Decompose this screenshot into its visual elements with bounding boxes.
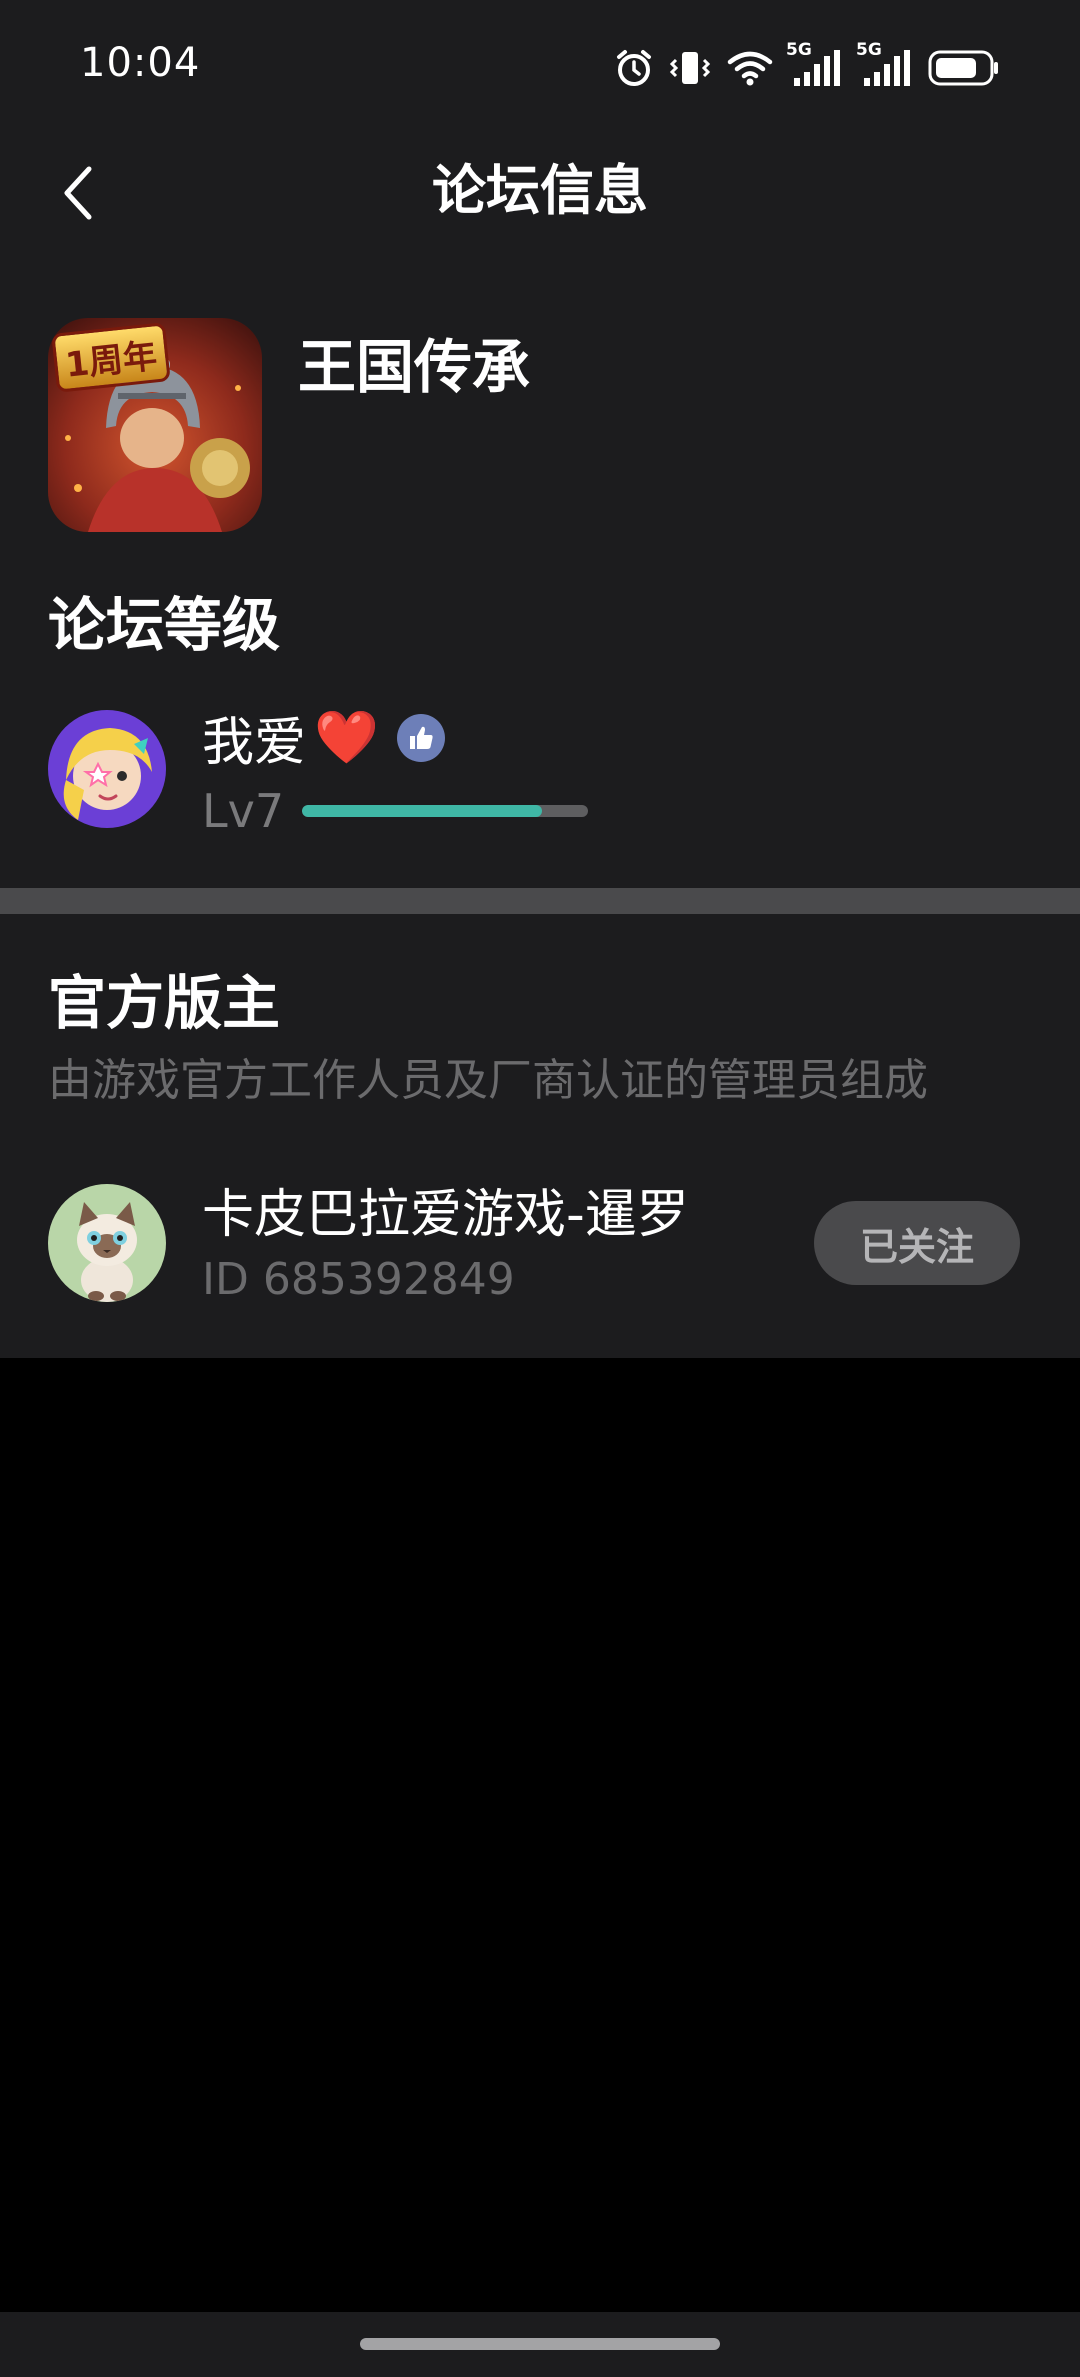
status-icons: 5G 5G <box>614 40 1000 92</box>
signal-icon: 5G <box>856 40 914 88</box>
status-bar: 10:04 5G 5G <box>0 0 1080 136</box>
network-type-label: 5G <box>786 40 812 60</box>
page-title: 论坛信息 <box>432 159 648 222</box>
moderator-id: ID 685392849 <box>202 1254 515 1305</box>
level-progress-bar <box>302 805 588 817</box>
user-avatar[interactable] <box>48 710 166 828</box>
game-icon: 1周年 <box>48 318 262 532</box>
forum-level-title: 论坛等级 <box>48 591 281 659</box>
section-divider <box>0 888 1080 914</box>
forum-info-card: 1周年 王国传承 论坛等级 我爱 ❤️ Lv7 <box>0 296 1080 888</box>
alarm-icon <box>614 48 654 88</box>
network-type-label: 5G <box>856 40 882 60</box>
status-time: 10:04 <box>80 40 201 86</box>
thumbs-up-icon <box>396 713 445 762</box>
moderators-card: 官方版主 由游戏官方工作人员及厂商认证的管理员组成 卡皮巴拉爱游戏-暹罗 ID … <box>0 914 1080 1358</box>
nav-bar: 论坛信息 <box>0 136 1080 296</box>
moderators-description: 由游戏官方工作人员及厂商认证的管理员组成 <box>48 1055 928 1106</box>
follow-button[interactable]: 已关注 <box>814 1201 1020 1285</box>
vibrate-icon <box>668 48 712 88</box>
home-indicator[interactable] <box>360 2338 720 2350</box>
forum-info-screen: 10:04 5G 5G 论坛信息 1周年 王国传承 论坛等级 我爱 ❤️ Lv7… <box>0 0 1080 2377</box>
level-row: Lv7 <box>202 784 588 838</box>
wifi-icon <box>726 48 774 88</box>
heart-emoji: ❤️ <box>314 708 379 768</box>
user-name: 我爱 ❤️ <box>202 700 445 775</box>
anniversary-badge: 1周年 <box>51 322 171 393</box>
moderator-name: 卡皮巴拉爱游戏-暹罗 <box>202 1185 689 1245</box>
user-level: Lv7 <box>202 784 285 838</box>
level-progress-fill <box>302 805 543 817</box>
battery-icon <box>928 48 1000 88</box>
game-name: 王国传承 <box>298 333 531 401</box>
moderator-avatar[interactable] <box>48 1184 166 1302</box>
gesture-area <box>0 2312 1080 2377</box>
moderators-title: 官方版主 <box>48 969 281 1037</box>
user-name-text: 我爱 <box>202 713 307 773</box>
signal-icon: 5G <box>786 40 844 88</box>
